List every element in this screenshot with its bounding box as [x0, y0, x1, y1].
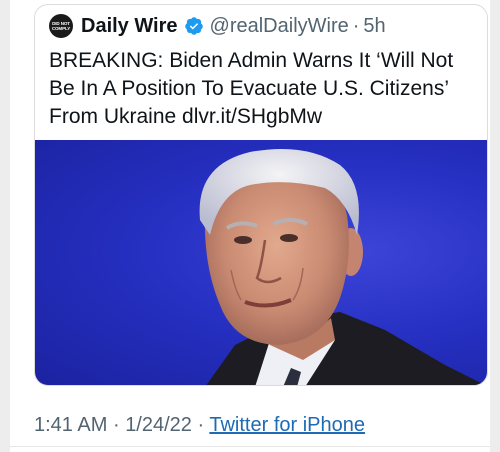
- user-handle[interactable]: @realDailyWire: [210, 15, 349, 38]
- tweet-time-ago[interactable]: 5h: [363, 15, 385, 38]
- quoted-tweet-card[interactable]: DID NOT COMPLY Daily Wire @realDailyWire…: [34, 4, 488, 386]
- tweet-text: BREAKING: Biden Admin Warns It ‘Will Not…: [49, 49, 454, 128]
- avatar-text-line2: COMPLY: [51, 26, 71, 31]
- avatar[interactable]: DID NOT COMPLY: [49, 14, 73, 38]
- tweet-header: DID NOT COMPLY Daily Wire @realDailyWire…: [49, 13, 479, 39]
- tweet-meta: 1:41 AM · 1/24/22 · Twitter for iPhone: [34, 414, 365, 437]
- tweet-photo-image: [199, 148, 485, 385]
- meta-separator-1: ·: [112, 414, 120, 436]
- divider: [10, 446, 490, 447]
- meta-separator-2: ·: [197, 414, 205, 436]
- tweet-source-link[interactable]: Twitter for iPhone: [209, 414, 365, 436]
- verified-badge-icon: [184, 17, 203, 35]
- tweet-photo[interactable]: [35, 140, 487, 385]
- tweet-container: DID NOT COMPLY Daily Wire @realDailyWire…: [10, 0, 490, 452]
- display-name[interactable]: Daily Wire: [81, 15, 178, 38]
- tweet-time[interactable]: 1:41 AM: [34, 414, 107, 436]
- tweet-date[interactable]: 1/24/22: [125, 414, 192, 436]
- header-separator: ·: [352, 14, 360, 37]
